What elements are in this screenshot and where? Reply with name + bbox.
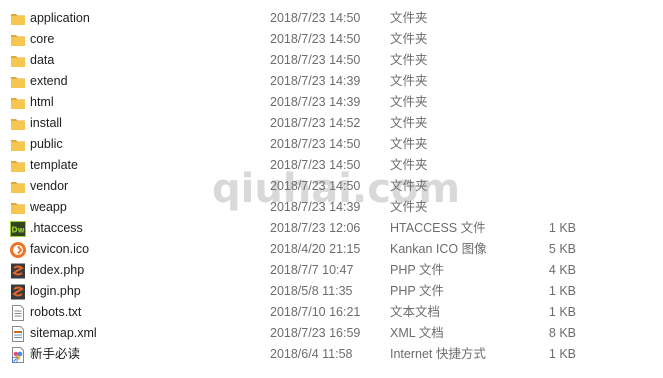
svg-text:Dw: Dw [11,226,24,235]
file-type: HTACCESS 文件 [390,221,486,235]
file-row-newbie-guide[interactable]: 新手必读 2018/6/4 11:58 Internet 快捷方式 1 KB [0,344,663,365]
file-type: 文件夹 [390,53,428,67]
file-size: 1 KB [548,347,576,361]
file-name: 新手必读 [30,347,81,361]
file-type: 文件夹 [390,137,428,151]
file-name: application [30,11,90,25]
file-name: login.php [30,284,81,298]
file-date: 2018/7/23 14:39 [270,200,361,214]
file-date: 2018/7/23 14:50 [270,137,361,151]
folder-icon [11,119,25,130]
file-row-template[interactable]: template 2018/7/23 14:50 文件夹 [0,155,663,176]
file-size: 1 KB [548,305,576,319]
folder-icon [11,182,25,193]
file-size: 8 KB [548,326,576,340]
file-name: sitemap.xml [30,326,97,340]
file-row-html[interactable]: html 2018/7/23 14:39 文件夹 [0,92,663,113]
file-date: 2018/7/23 14:39 [270,95,361,109]
file-date: 2018/5/8 11:35 [270,284,353,298]
file-size: 4 KB [548,263,576,277]
file-name: core [30,32,55,46]
file-date: 2018/7/10 16:21 [270,305,361,319]
file-row-favicon[interactable]: favicon.ico 2018/4/20 21:15 Kankan ICO 图… [0,239,663,260]
file-date: 2018/7/23 14:50 [270,158,361,172]
file-name: extend [30,74,68,88]
file-row-htaccess[interactable]: Dw .htaccess 2018/7/23 12:06 HTACCESS 文件… [0,218,663,239]
file-row-public[interactable]: public 2018/7/23 14:50 文件夹 [0,134,663,155]
file-date: 2018/7/23 14:50 [270,32,361,46]
folder-icon [11,203,25,214]
text-file-icon [12,305,24,321]
file-date: 2018/7/23 12:06 [270,221,361,235]
file-name: install [30,116,62,130]
php-file-icon [11,263,25,279]
internet-shortcut-icon [12,347,24,363]
file-type: XML 文档 [390,326,444,340]
folder-icon [11,56,25,67]
file-row-install[interactable]: install 2018/7/23 14:52 文件夹 [0,113,663,134]
folder-icon [11,98,25,109]
file-type: 文件夹 [390,200,428,214]
file-row-data[interactable]: data 2018/7/23 14:50 文件夹 [0,50,663,71]
file-type: 文件夹 [390,32,428,46]
folder-icon [11,14,25,25]
file-name: favicon.ico [30,242,90,256]
file-date: 2018/7/23 14:50 [270,179,361,193]
file-row-robots-txt[interactable]: robots.txt 2018/7/10 16:21 文本文档 1 KB [0,302,663,323]
file-type: 文本文档 [390,305,441,319]
file-list: application 2018/7/23 14:50 文件夹 core 201… [0,0,663,378]
file-row-weapp[interactable]: weapp 2018/7/23 14:39 文件夹 [0,197,663,218]
file-type: 文件夹 [390,95,428,109]
file-size: 1 KB [548,221,576,235]
file-name: vendor [30,179,69,193]
ico-image-icon [10,242,26,258]
file-row-core[interactable]: core 2018/7/23 14:50 文件夹 [0,29,663,50]
file-type: Internet 快捷方式 [390,347,486,361]
file-name: robots.txt [30,305,82,319]
file-row-application[interactable]: application 2018/7/23 14:50 文件夹 [0,8,663,29]
file-size: 1 KB [548,284,576,298]
file-type: 文件夹 [390,158,428,172]
file-size: 5 KB [548,242,576,256]
dreamweaver-file-icon: Dw [10,221,26,237]
file-type: 文件夹 [390,116,428,130]
file-row-vendor[interactable]: vendor 2018/7/23 14:50 文件夹 [0,176,663,197]
file-date: 2018/4/20 21:15 [270,242,361,256]
file-date: 2018/7/23 14:52 [270,116,361,130]
file-name: index.php [30,263,85,277]
xml-file-icon [12,326,24,342]
file-row-sitemap-xml[interactable]: sitemap.xml 2018/7/23 16:59 XML 文档 8 KB [0,323,663,344]
file-name: template [30,158,78,172]
file-date: 2018/7/7 10:47 [270,263,354,277]
folder-icon [11,77,25,88]
file-row-login-php[interactable]: login.php 2018/5/8 11:35 PHP 文件 1 KB [0,281,663,302]
file-name: public [30,137,63,151]
file-date: 2018/7/23 14:39 [270,74,361,88]
folder-icon [11,35,25,46]
file-type: Kankan ICO 图像 [390,242,487,256]
file-name: html [30,95,54,109]
file-date: 2018/7/23 14:50 [270,11,361,25]
file-name: .htaccess [30,221,83,235]
file-date: 2018/7/23 16:59 [270,326,361,340]
file-date: 2018/7/23 14:50 [270,53,361,67]
file-name: weapp [30,200,67,214]
folder-icon [11,161,25,172]
file-name: data [30,53,55,67]
file-type: 文件夹 [390,179,428,193]
file-row-extend[interactable]: extend 2018/7/23 14:39 文件夹 [0,71,663,92]
file-type: PHP 文件 [390,263,444,277]
php-file-icon [11,284,25,300]
folder-icon [11,140,25,151]
file-type: 文件夹 [390,11,428,25]
file-row-index-php[interactable]: index.php 2018/7/7 10:47 PHP 文件 4 KB [0,260,663,281]
file-date: 2018/6/4 11:58 [270,347,353,361]
file-type: PHP 文件 [390,284,444,298]
file-type: 文件夹 [390,74,428,88]
